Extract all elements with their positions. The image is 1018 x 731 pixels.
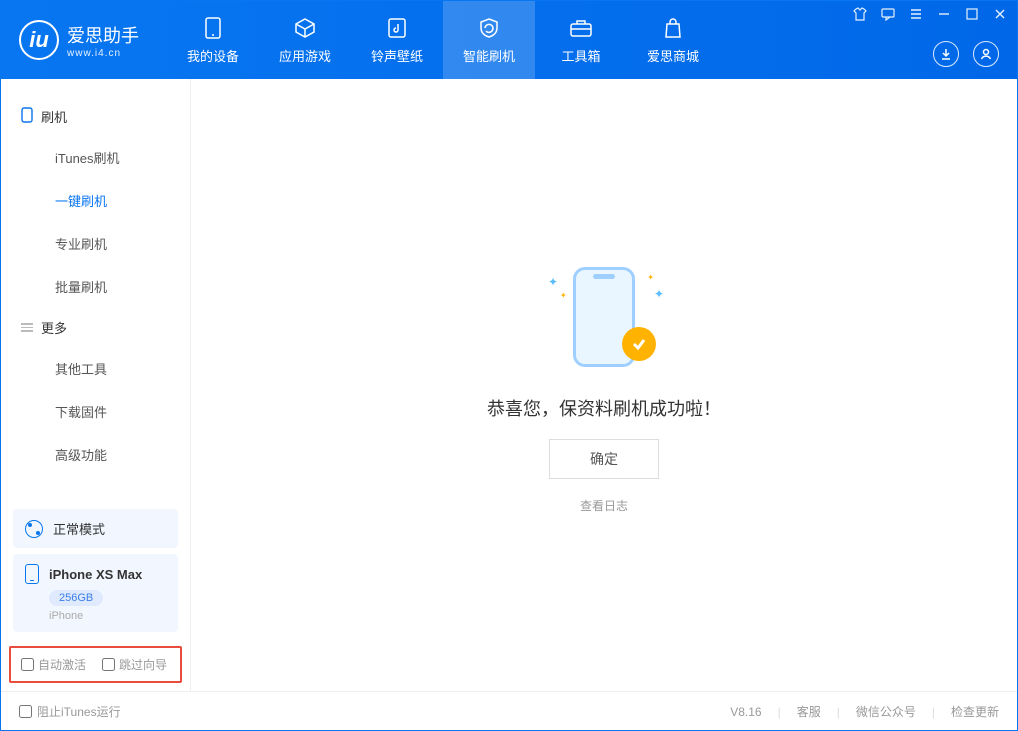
sidebar-item-download-firmware[interactable]: 下载固件	[1, 390, 190, 433]
nav-smart-flash[interactable]: 智能刷机	[443, 1, 535, 79]
mode-label: 正常模式	[53, 519, 105, 538]
device-type: iPhone	[49, 610, 166, 622]
wechat-link[interactable]: 微信公众号	[856, 703, 916, 720]
tshirt-icon[interactable]	[853, 7, 867, 24]
checkbox-label: 跳过向导	[119, 656, 167, 673]
header: iu 爱思助手 www.i4.cn 我的设备 应用游戏 铃声壁纸 智能刷机 工具…	[1, 1, 1017, 79]
footer: 阻止iTunes运行 V8.16 | 客服 | 微信公众号 | 检查更新	[1, 691, 1017, 731]
sidebar-section-more: 更多	[1, 308, 190, 347]
app-url: www.i4.cn	[67, 48, 139, 59]
phone-icon	[25, 564, 39, 584]
options-highlight-box: 自动激活 跳过向导	[9, 646, 182, 683]
main-content: ✦ ✦ ✦ ✦ 恭喜您，保资料刷机成功啦！ 确定 查看日志	[191, 79, 1017, 691]
window-controls	[853, 7, 1007, 24]
music-file-icon	[385, 16, 409, 40]
mode-icon	[25, 520, 43, 538]
auto-activate-checkbox[interactable]: 自动激活	[21, 656, 86, 673]
shield-refresh-icon	[477, 16, 501, 40]
skip-guide-checkbox[interactable]: 跳过向导	[102, 656, 167, 673]
sparkle-icon: ✦	[548, 275, 558, 289]
nav-store[interactable]: 爱思商城	[627, 1, 719, 79]
separator: |	[932, 705, 935, 719]
support-link[interactable]: 客服	[797, 703, 821, 720]
cube-icon	[293, 16, 317, 40]
feedback-icon[interactable]	[881, 7, 895, 24]
sidebar-item-other-tools[interactable]: 其他工具	[1, 347, 190, 390]
check-update-link[interactable]: 检查更新	[951, 703, 999, 720]
list-icon	[21, 321, 33, 334]
section-label: 更多	[41, 318, 67, 337]
nav-toolbox[interactable]: 工具箱	[535, 1, 627, 79]
device-name: iPhone XS Max	[49, 567, 142, 582]
version-label: V8.16	[730, 705, 761, 719]
sidebar-item-oneclick-flash[interactable]: 一键刷机	[1, 179, 190, 222]
section-label: 刷机	[41, 107, 67, 126]
nav-ringtone-wallpaper[interactable]: 铃声壁纸	[351, 1, 443, 79]
separator: |	[778, 705, 781, 719]
logo-icon: iu	[19, 20, 59, 60]
checkbox-label: 自动激活	[38, 656, 86, 673]
nav-label: 工具箱	[561, 46, 600, 65]
close-button[interactable]	[993, 7, 1007, 24]
checkmark-badge-icon	[622, 327, 656, 361]
sidebar-item-batch-flash[interactable]: 批量刷机	[1, 265, 190, 308]
download-button[interactable]	[933, 41, 959, 67]
sidebar-item-pro-flash[interactable]: 专业刷机	[1, 222, 190, 265]
nav-my-device[interactable]: 我的设备	[167, 1, 259, 79]
sparkle-icon: ✦	[560, 291, 567, 300]
mode-card[interactable]: 正常模式	[13, 509, 178, 548]
header-actions	[933, 41, 999, 67]
bag-icon	[661, 16, 685, 40]
sparkle-icon: ✦	[654, 287, 664, 301]
minimize-button[interactable]	[937, 7, 951, 24]
logo[interactable]: iu 爱思助手 www.i4.cn	[1, 20, 157, 60]
nav-label: 我的设备	[187, 46, 239, 65]
nav-label: 智能刷机	[463, 46, 515, 65]
toolbox-icon	[569, 16, 593, 40]
sidebar-item-itunes-flash[interactable]: iTunes刷机	[1, 136, 190, 179]
sidebar-item-advanced[interactable]: 高级功能	[1, 433, 190, 476]
sidebar: 刷机 iTunes刷机 一键刷机 专业刷机 批量刷机 更多 其他工具 下载固件 …	[1, 79, 191, 691]
phone-outline-icon	[21, 107, 33, 126]
sparkle-icon: ✦	[647, 273, 654, 282]
success-illustration: ✦ ✦ ✦ ✦	[544, 257, 664, 377]
storage-badge: 256GB	[49, 590, 103, 606]
sidebar-section-flash: 刷机	[1, 97, 190, 136]
block-itunes-checkbox[interactable]: 阻止iTunes运行	[19, 703, 121, 720]
separator: |	[837, 705, 840, 719]
device-card[interactable]: iPhone XS Max 256GB iPhone	[13, 554, 178, 632]
success-message: 恭喜您，保资料刷机成功啦！	[487, 395, 721, 421]
confirm-button[interactable]: 确定	[549, 439, 659, 479]
checkbox-label: 阻止iTunes运行	[37, 703, 121, 720]
device-icon	[201, 16, 225, 40]
nav-label: 应用游戏	[279, 46, 331, 65]
top-nav: 我的设备 应用游戏 铃声壁纸 智能刷机 工具箱 爱思商城	[167, 1, 719, 79]
nav-apps-games[interactable]: 应用游戏	[259, 1, 351, 79]
nav-label: 爱思商城	[647, 46, 699, 65]
user-button[interactable]	[973, 41, 999, 67]
nav-label: 铃声壁纸	[371, 46, 423, 65]
app-title: 爱思助手	[67, 22, 139, 48]
maximize-button[interactable]	[965, 7, 979, 24]
menu-icon[interactable]	[909, 7, 923, 24]
view-log-link[interactable]: 查看日志	[580, 497, 628, 514]
